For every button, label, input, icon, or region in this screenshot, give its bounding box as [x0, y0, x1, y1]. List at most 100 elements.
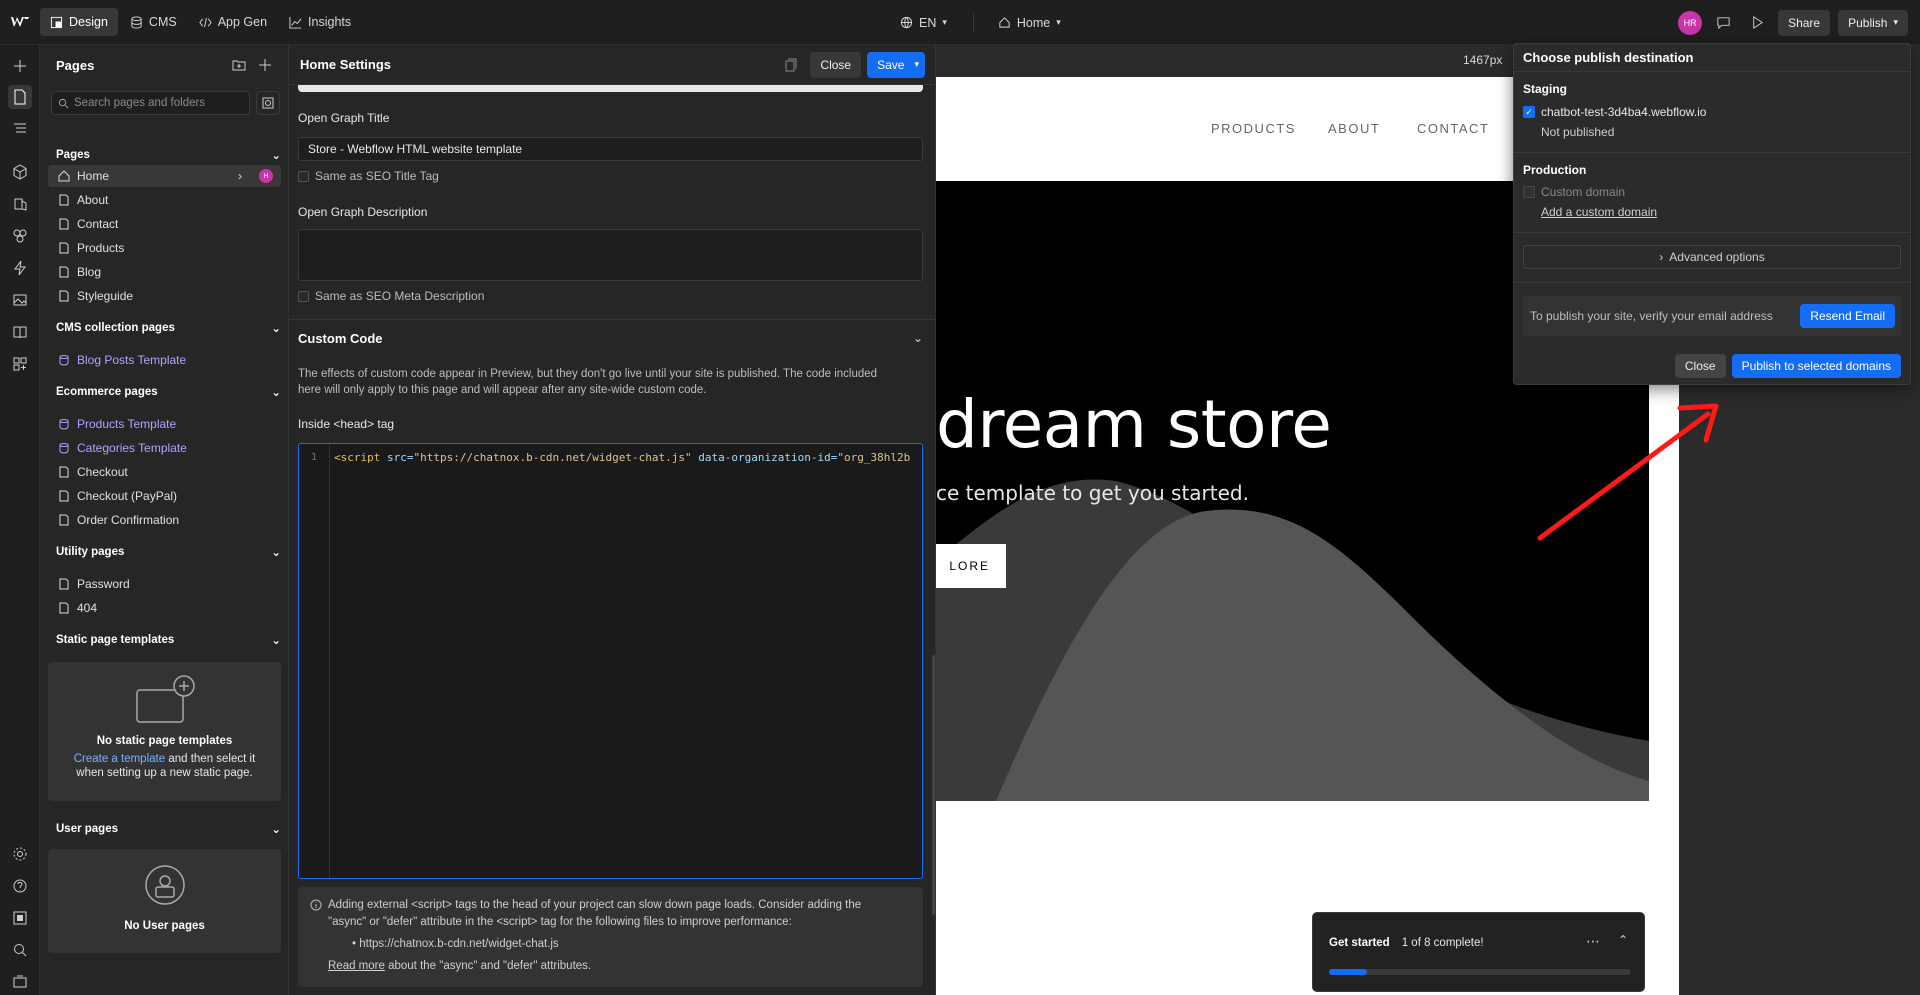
section-pages-header[interactable]: Pages ⌄ — [56, 145, 281, 165]
publish-to-selected-button[interactable]: Publish to selected domains — [1731, 354, 1901, 378]
page-item-home[interactable]: Home › H — [48, 165, 281, 187]
page-item-checkout-paypal[interactable]: Checkout (PayPal) — [48, 485, 281, 507]
mode-app-gen-button[interactable]: App Gen — [189, 8, 277, 36]
pages-panel: Pages Search pages and folders Pages ⌄ Ho… — [40, 45, 289, 995]
custom-code-header[interactable]: Custom Code ⌄ — [298, 331, 923, 346]
mode-cms-button[interactable]: CMS — [120, 8, 187, 36]
add-page-icon[interactable] — [258, 58, 272, 72]
home-icon — [58, 170, 70, 182]
og-description-field[interactable] — [298, 229, 923, 281]
comments-icon[interactable] — [1710, 10, 1736, 36]
resend-email-button[interactable]: Resend Email — [1800, 304, 1895, 328]
page-selector[interactable]: Home ▾ — [988, 9, 1071, 37]
read-more-link[interactable]: Read more — [328, 960, 385, 972]
chevron-up-icon[interactable]: ⌃ — [1618, 933, 1628, 947]
locale-selector[interactable]: EN ▾ — [890, 9, 957, 37]
checkbox-box[interactable] — [1523, 186, 1535, 198]
search-input[interactable]: Search pages and folders — [51, 91, 250, 115]
hero-title[interactable]: dream store — [936, 386, 1332, 463]
section-cms-header[interactable]: CMS collection pages ⌄ — [56, 318, 281, 338]
chevron-down-icon: ⌄ — [271, 387, 281, 399]
page-item-about[interactable]: About — [48, 189, 281, 211]
section-utility-header[interactable]: Utility pages ⌄ — [56, 542, 281, 562]
close-button[interactable]: Close — [1674, 354, 1726, 378]
preview-play-icon[interactable] — [1744, 10, 1770, 36]
variables-icon[interactable] — [8, 192, 32, 216]
cms-book-icon[interactable] — [8, 320, 32, 344]
search-icon[interactable] — [8, 938, 32, 962]
nav-link-contact[interactable]: CONTACT — [1417, 121, 1489, 136]
add-folder-icon[interactable] — [232, 58, 246, 72]
code-line[interactable]: <script src="https://chatnox.b-cdn.net/w… — [334, 451, 910, 464]
avatar[interactable]: HR — [1678, 10, 1703, 35]
nav-link-about[interactable]: ABOUT — [1328, 121, 1380, 136]
styles-icon[interactable] — [8, 224, 32, 248]
checkbox-box[interactable] — [298, 170, 309, 182]
custom-domain-checkbox[interactable]: Custom domain — [1523, 185, 1625, 199]
interactions-icon[interactable] — [8, 256, 32, 280]
hero-cta-button[interactable]: LORE — [936, 544, 1006, 588]
chevron-right-icon: › — [1659, 250, 1664, 264]
page-item-password[interactable]: Password — [48, 573, 281, 595]
audit-icon[interactable] — [8, 906, 32, 930]
progress-bar — [1329, 969, 1631, 975]
page-item-styleguide[interactable]: Styleguide — [48, 285, 281, 307]
publish-button[interactable]: Publish ▾ — [1838, 9, 1908, 36]
divider — [289, 319, 935, 320]
section-static-header[interactable]: Static page templates ⌄ — [56, 630, 281, 650]
share-button[interactable]: Share — [1778, 9, 1831, 36]
chevron-down-icon: ▾ — [1893, 17, 1898, 27]
mode-insights-button[interactable]: Insights — [279, 8, 361, 36]
desc-line: The effects of custom code appear in Pre… — [298, 368, 878, 380]
page-item-checkout[interactable]: Checkout — [48, 461, 281, 483]
pages-icon[interactable] — [8, 85, 32, 109]
page-item-blog[interactable]: Blog — [48, 261, 281, 283]
page-item-categories-template[interactable]: Categories Template — [48, 437, 281, 459]
apps-icon[interactable] — [8, 352, 32, 376]
staging-domain-checkbox[interactable]: ✓ chatbot-test-3d4ba4.webflow.io — [1523, 105, 1706, 119]
navigator-icon[interactable] — [8, 117, 32, 141]
components-icon[interactable] — [8, 160, 32, 184]
page-item-order-confirmation[interactable]: Order Confirmation — [48, 509, 281, 531]
chevron-down-icon[interactable]: ▾ — [914, 59, 919, 70]
get-started-widget[interactable]: Get started 1 of 8 complete! ⋯ ⌃ — [1312, 912, 1645, 992]
scrollbar[interactable] — [932, 655, 935, 915]
add-elements-icon[interactable] — [8, 54, 32, 78]
settings-gear-icon[interactable] — [8, 842, 32, 866]
close-button[interactable]: Close — [810, 51, 862, 78]
panel-title: Home Settings — [300, 57, 392, 72]
code-token: "org_38hl2b — [837, 451, 911, 464]
chevron-right-icon[interactable]: › — [238, 169, 242, 183]
page-item-404[interactable]: 404 — [48, 597, 281, 619]
page-item-blog-posts-template[interactable]: Blog Posts Template — [48, 349, 281, 371]
create-template-link[interactable]: Create a template — [74, 753, 165, 765]
duplicate-icon[interactable] — [784, 58, 798, 72]
help-icon[interactable] — [8, 874, 32, 898]
hero-subtitle[interactable]: ce template to get you started. — [936, 481, 1249, 505]
nav-link-products[interactable]: PRODUCTS — [1211, 121, 1296, 136]
add-custom-domain-link[interactable]: Add a custom domain — [1541, 205, 1657, 219]
production-heading: Production — [1523, 163, 1587, 177]
search-filter-icon[interactable] — [256, 91, 280, 115]
get-started-title: Get started — [1329, 937, 1390, 949]
head-code-editor[interactable]: 1 <script src="https://chatnox.b-cdn.net… — [298, 443, 923, 879]
advanced-options-button[interactable]: › Advanced options — [1523, 245, 1901, 269]
video-tutorials-icon[interactable] — [8, 970, 32, 994]
same-as-seo-description-checkbox[interactable]: Same as SEO Meta Description — [298, 289, 484, 303]
section-ecommerce-header[interactable]: Ecommerce pages ⌄ — [56, 382, 281, 402]
publish-popover: Choose publish destination Staging ✓ chat… — [1513, 43, 1911, 385]
checkbox-box[interactable] — [298, 290, 309, 302]
page-item-products-template[interactable]: Products Template — [48, 413, 281, 435]
page-label: Products Template — [77, 417, 177, 431]
og-title-field[interactable]: Store - Webflow HTML website template — [298, 137, 923, 161]
same-as-seo-title-checkbox[interactable]: Same as SEO Title Tag — [298, 169, 439, 183]
webflow-logo-icon[interactable] — [0, 0, 40, 45]
mode-design-button[interactable]: Design — [40, 8, 118, 36]
more-options-icon[interactable]: ⋯ — [1586, 933, 1600, 950]
assets-icon[interactable] — [8, 288, 32, 312]
save-button[interactable]: Save ▾ — [867, 51, 925, 78]
checkmark-icon[interactable]: ✓ — [1523, 106, 1535, 118]
section-user-header[interactable]: User pages ⌄ — [56, 819, 281, 839]
page-item-products[interactable]: Products — [48, 237, 281, 259]
page-item-contact[interactable]: Contact — [48, 213, 281, 235]
